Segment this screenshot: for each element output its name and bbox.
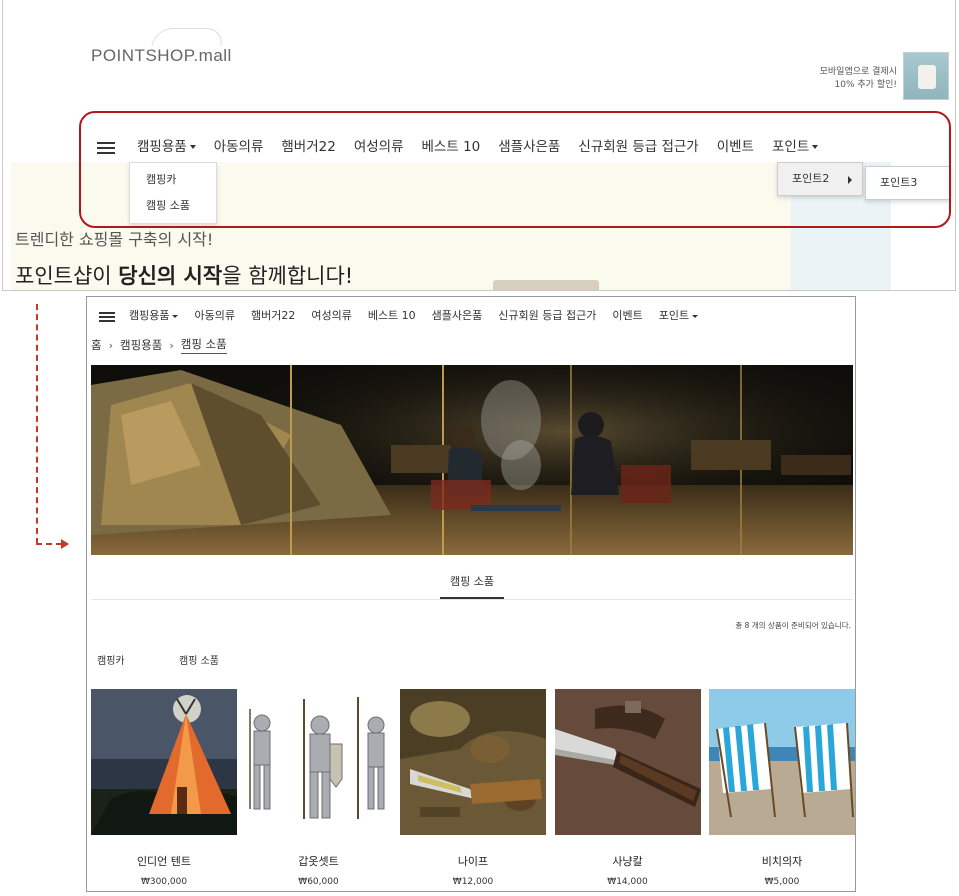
- product-image-beach-chair[interactable]: [709, 689, 855, 835]
- hero-subtitle: 트렌디한 쇼핑몰 구축의 시작!: [15, 230, 214, 249]
- product-price: ₩60,000: [298, 877, 339, 887]
- promo-text: 모바일앱으로 결제시 10% 추가 할인!: [820, 66, 897, 92]
- menu-highlight-box: [79, 111, 951, 228]
- product-image-indian-tent[interactable]: [91, 689, 237, 835]
- product-image-hunting-knife[interactable]: [554, 689, 701, 835]
- hero-decoration: [493, 280, 599, 290]
- product-price: ₩12,000: [452, 877, 494, 887]
- arrow-right-icon: [61, 539, 69, 549]
- category-tab-camping-goods[interactable]: 캠핑 소품: [440, 573, 504, 589]
- product-name[interactable]: 사냥칼: [555, 853, 701, 869]
- tab-divider: [91, 599, 853, 600]
- top-screenshot: 트렌디한 쇼핑몰 구축의 시작! 포인트샵이 당신의 시작을 함께합니다! PO…: [2, 0, 956, 291]
- nav-item-women[interactable]: 여성의류: [311, 307, 351, 323]
- nav-item-kids[interactable]: 아동의류: [194, 307, 234, 323]
- product-card[interactable]: 나이프 ₩12,000: [400, 689, 546, 887]
- product-grid: 인디언 텐트 ₩300,000 갑옷셋트 ₩60,000 나이프 ₩12,000…: [91, 689, 855, 887]
- mobile-app-promo-image[interactable]: [903, 52, 949, 100]
- product-image-armor-set[interactable]: [245, 689, 392, 835]
- logo-arc: [151, 28, 225, 46]
- product-card[interactable]: 갑옷셋트 ₩60,000: [245, 689, 392, 887]
- product-name[interactable]: 인디언 텐트: [91, 853, 237, 869]
- breadcrumb-separator: ›: [108, 338, 113, 352]
- hero-title: 포인트샵이 당신의 시작을 함께합니다!: [15, 264, 354, 288]
- category-banner-image: [91, 365, 853, 555]
- promo-line-1: 모바일앱으로 결제시: [819, 67, 897, 77]
- product-price: ₩14,000: [607, 877, 648, 887]
- product-price: ₩5,000: [764, 877, 800, 887]
- breadcrumb-parent[interactable]: 캠핑용품: [120, 337, 162, 353]
- breadcrumb-separator: ›: [169, 338, 174, 352]
- product-card[interactable]: 비치의자 ₩5,000: [709, 689, 855, 887]
- nav-item-best10[interactable]: 베스트 10: [368, 307, 416, 323]
- subcategory-link-camping-car[interactable]: 캠핑카: [97, 652, 125, 667]
- product-count: 총 8 개의 상품이 준비되어 있습니다.: [735, 621, 851, 630]
- breadcrumb-home[interactable]: 홈: [91, 337, 102, 353]
- nav-item-burger[interactable]: 햄버거22: [251, 307, 295, 323]
- dashed-connector: [36, 304, 38, 544]
- product-name[interactable]: 나이프: [400, 853, 546, 869]
- nav-item-event[interactable]: 이벤트: [612, 307, 642, 323]
- promo-line-2: 10% 추가 할인!: [834, 80, 897, 90]
- nav-item-new-member[interactable]: 신규회원 등급 접근가: [498, 307, 596, 323]
- product-image-knife[interactable]: [400, 689, 546, 835]
- bottom-screenshot: 캠핑용품 아동의류 햄버거22 여성의류 베스트 10 샘플사은품 신규회원 등…: [86, 296, 856, 892]
- breadcrumb: 홈 › 캠핑용품 › 캠핑 소품: [91, 336, 227, 354]
- dashed-connector-horizontal: [36, 543, 62, 545]
- hamburger-icon[interactable]: [99, 312, 115, 322]
- nav-item-camping[interactable]: 캠핑용품: [129, 307, 179, 323]
- caret-down-icon: [692, 314, 699, 318]
- product-name[interactable]: 비치의자: [709, 853, 855, 869]
- site-logo[interactable]: POINTSHOP.mall: [91, 46, 232, 66]
- nav-item-point[interactable]: 포인트: [659, 307, 699, 323]
- subcategory-link-camping-goods[interactable]: 캠핑 소품: [179, 652, 219, 667]
- product-card[interactable]: 인디언 텐트 ₩300,000: [91, 689, 237, 887]
- product-price: ₩300,000: [140, 877, 188, 887]
- breadcrumb-current[interactable]: 캠핑 소품: [180, 336, 227, 354]
- nav-item-samples[interactable]: 샘플사은품: [432, 307, 483, 323]
- product-name[interactable]: 갑옷셋트: [246, 853, 392, 869]
- main-nav: 캠핑용품 아동의류 햄버거22 여성의류 베스트 10 샘플사은품 신규회원 등…: [99, 305, 714, 325]
- caret-down-icon: [172, 314, 179, 318]
- product-card[interactable]: 사냥칼 ₩14,000: [554, 689, 701, 887]
